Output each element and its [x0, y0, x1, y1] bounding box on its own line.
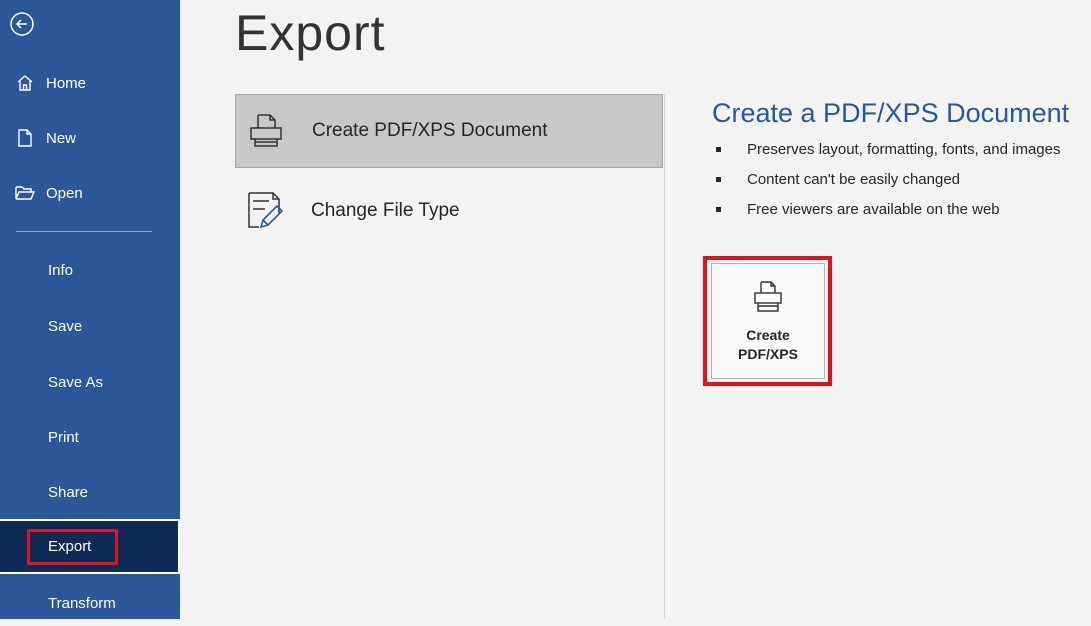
sidebar-item-open[interactable]: Open — [0, 170, 180, 216]
sidebar-item-label: Open — [46, 184, 83, 202]
pdf-xps-icon — [750, 278, 786, 318]
page-title: Export — [235, 5, 386, 61]
back-arrow-icon[interactable] — [8, 10, 36, 38]
home-icon — [14, 72, 36, 94]
list-item: Preserves layout, formatting, fonts, and… — [714, 142, 1060, 172]
sidebar-item-label: Share — [48, 483, 89, 501]
sidebar-item-transform[interactable]: Transform — [0, 580, 180, 626]
list-item: Content can't be easily changed — [714, 172, 1060, 202]
sidebar-item-label: Print — [48, 428, 79, 446]
sidebar-item-label: Save — [48, 317, 83, 335]
sidebar-item-label: Save As — [48, 373, 104, 391]
vertical-divider — [664, 94, 665, 619]
new-document-icon — [14, 127, 36, 149]
folder-open-icon — [14, 182, 36, 204]
sidebar-item-home[interactable]: Home — [0, 60, 180, 106]
export-highlight-box — [27, 529, 118, 565]
sidebar-item-new[interactable]: New — [0, 115, 180, 161]
sidebar-item-label: Info — [48, 261, 74, 279]
backstage-sidebar: Home New Open Info Save Save As Print Sh… — [0, 0, 180, 619]
option-label: Change File Type — [311, 200, 460, 221]
sidebar-item-print[interactable]: Print — [0, 414, 180, 460]
feature-list: Preserves layout, formatting, fonts, and… — [714, 142, 1060, 232]
sidebar-divider — [16, 231, 152, 232]
option-label: Create PDF/XPS Document — [312, 120, 548, 141]
sidebar-item-save-as[interactable]: Save As — [0, 359, 180, 405]
pdf-xps-icon — [244, 109, 288, 153]
sidebar-item-save[interactable]: Save — [0, 303, 180, 349]
option-change-file-type[interactable]: Change File Type — [235, 174, 663, 248]
create-pdf-xps-button[interactable]: Create PDF/XPS — [711, 263, 825, 379]
detail-title: Create a PDF/XPS Document — [712, 98, 1070, 128]
sidebar-item-share[interactable]: Share — [0, 469, 180, 515]
option-create-pdf-xps[interactable]: Create PDF/XPS Document — [235, 94, 663, 168]
sidebar-item-label: Home — [46, 74, 87, 92]
change-file-type-icon — [243, 189, 287, 233]
sidebar-item-info[interactable]: Info — [0, 247, 180, 293]
list-item: Free viewers are available on the web — [714, 202, 1060, 232]
create-button-label: Create PDF/XPS — [738, 327, 798, 362]
sidebar-item-label: New — [46, 129, 77, 147]
sidebar-item-label: Transform — [48, 594, 116, 612]
